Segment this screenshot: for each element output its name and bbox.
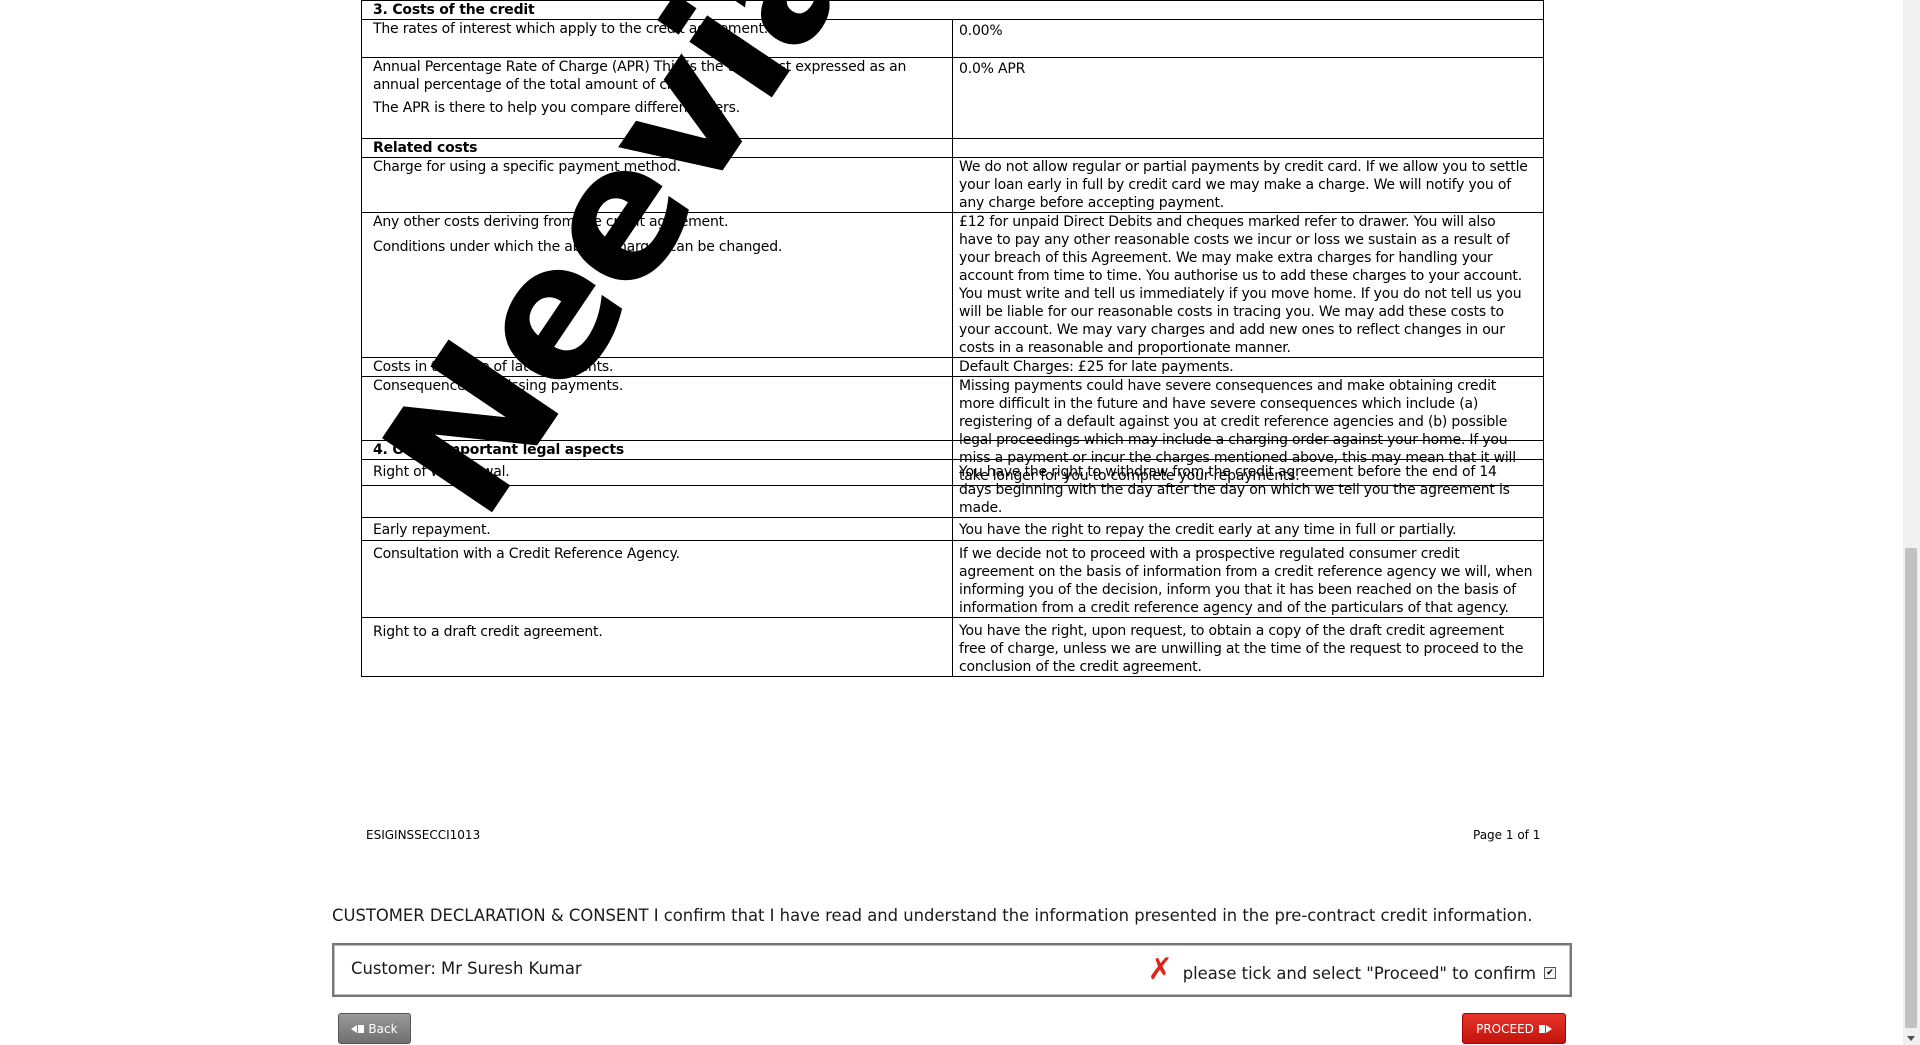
row-value-text: Default Charges: £25 for late payments. [959, 359, 1234, 375]
table-row: Right of withdrawal. You have the right … [361, 459, 1544, 518]
confirm-area: ✗ please tick and select "Proceed" to co… [1148, 955, 1556, 985]
scrollbar-thumb[interactable] [1905, 548, 1917, 1028]
row-label: Consultation with a Credit Reference Age… [361, 540, 953, 618]
page-number: Page 1 of 1 [1473, 828, 1541, 842]
row-label-text: The rates of interest which apply to the… [373, 21, 768, 37]
table-row: Charge for using a specific payment meth… [361, 157, 1544, 213]
costs-table: 3. Costs of the credit The rates of inte… [361, 0, 1544, 486]
confirmation-panel: Customer: Mr Suresh Kumar ✗ please tick … [332, 943, 1572, 997]
row-label-text: Consequences of missing payments. [373, 378, 624, 394]
row-label: Costs in the case of late payments. [361, 357, 953, 377]
row-value: Default Charges: £25 for late payments. [952, 357, 1544, 377]
row-label-text: Right of withdrawal. [373, 464, 510, 480]
row-value: You have the right, upon request, to obt… [952, 617, 1544, 677]
row-value-text: We do not allow regular or partial payme… [959, 159, 1528, 211]
cross-icon: ✗ [1147, 952, 1173, 987]
table-row: Early repayment. You have the right to r… [361, 517, 1544, 541]
table-row: Consultation with a Credit Reference Age… [361, 540, 1544, 618]
table-row: The rates of interest which apply to the… [361, 19, 1544, 58]
legal-aspects-table: 4. Other important legal aspects Right o… [361, 440, 1544, 677]
row-label-text: Annual Percentage Rate of Charge (APR) T… [373, 59, 907, 93]
row-value-text: You have the right to withdraw from the … [959, 464, 1510, 516]
back-button[interactable]: Back [338, 1013, 411, 1044]
row-value-text: £12 for unpaid Direct Debits and cheques… [959, 214, 1522, 356]
row-label-text: Charge for using a specific payment meth… [373, 159, 681, 175]
row-label-text: Costs in the case of late payments. [373, 359, 614, 375]
confirm-checkbox[interactable]: ✔ [1544, 967, 1556, 979]
row-label-text: Right to a draft credit agreement. [373, 624, 603, 640]
row-value: If we decide not to proceed with a prosp… [952, 540, 1544, 618]
row-label-text: Conditions under which the above charges… [373, 239, 783, 255]
row-label-text: Consultation with a Credit Reference Age… [373, 546, 680, 562]
table-row: Annual Percentage Rate of Charge (APR) T… [361, 57, 1544, 139]
row-label: Charge for using a specific payment meth… [361, 157, 953, 213]
row-value-text: 0.00% [959, 23, 1003, 39]
row-value: We do not allow regular or partial payme… [952, 157, 1544, 213]
row-value-text: If we decide not to proceed with a prosp… [959, 546, 1533, 616]
row-label: Right of withdrawal. [361, 459, 953, 518]
table-row: Right to a draft credit agreement. You h… [361, 617, 1544, 677]
row-value: 0.00% [952, 19, 1544, 58]
legal-aspects-section: 4. Other important legal aspects Right o… [361, 440, 1544, 677]
proceed-arrow-icon [1538, 1022, 1552, 1036]
related-costs-header: Related costs [361, 138, 953, 158]
row-label: Any other costs deriving from the credit… [361, 212, 953, 358]
row-value-text: You have the right to repay the credit e… [959, 522, 1457, 538]
table-row: Costs in the case of late payments. Defa… [361, 357, 1544, 377]
row-label: Early repayment. [361, 517, 953, 541]
row-label: Right to a draft credit agreement. [361, 617, 953, 677]
row-value: 0.0% APR [952, 57, 1544, 139]
declaration-text: CUSTOMER DECLARATION & CONSENT I confirm… [332, 906, 1533, 925]
row-value: £12 for unpaid Direct Debits and cheques… [952, 212, 1544, 358]
row-label-text: Any other costs deriving from the credit… [373, 214, 729, 230]
tick-instruction: please tick and select "Proceed" to conf… [1182, 963, 1536, 983]
secci-document: 3. Costs of the credit The rates of inte… [361, 0, 1544, 486]
row-label: The rates of interest which apply to the… [361, 19, 953, 58]
row-value: You have the right to withdraw from the … [952, 459, 1544, 518]
table-row: Related costs [361, 138, 1544, 158]
row-label-text: Early repayment. [373, 522, 491, 538]
vertical-scrollbar[interactable] [1903, 0, 1920, 1045]
row-value [952, 138, 1544, 158]
customer-name: Customer: Mr Suresh Kumar [351, 959, 582, 978]
row-value-text: You have the right, upon request, to obt… [959, 623, 1524, 675]
section3-title: 3. Costs of the credit [361, 0, 1544, 20]
table-row: Any other costs deriving from the credit… [361, 212, 1544, 358]
row-label: Annual Percentage Rate of Charge (APR) T… [361, 57, 953, 139]
scroll-down-arrow-icon[interactable] [1907, 1036, 1915, 1041]
document-code: ESIGINSSECCI1013 [366, 828, 481, 842]
proceed-button-label: PROCEED [1476, 1021, 1534, 1036]
row-value: You have the right to repay the credit e… [952, 517, 1544, 541]
row-label-text: The APR is there to help you compare dif… [373, 100, 740, 116]
section4-title: 4. Other important legal aspects [361, 440, 1544, 460]
proceed-button[interactable]: PROCEED [1462, 1013, 1566, 1044]
back-arrow-icon [351, 1022, 365, 1036]
row-value-text: 0.0% APR [959, 61, 1026, 77]
back-button-label: Back [368, 1021, 398, 1036]
